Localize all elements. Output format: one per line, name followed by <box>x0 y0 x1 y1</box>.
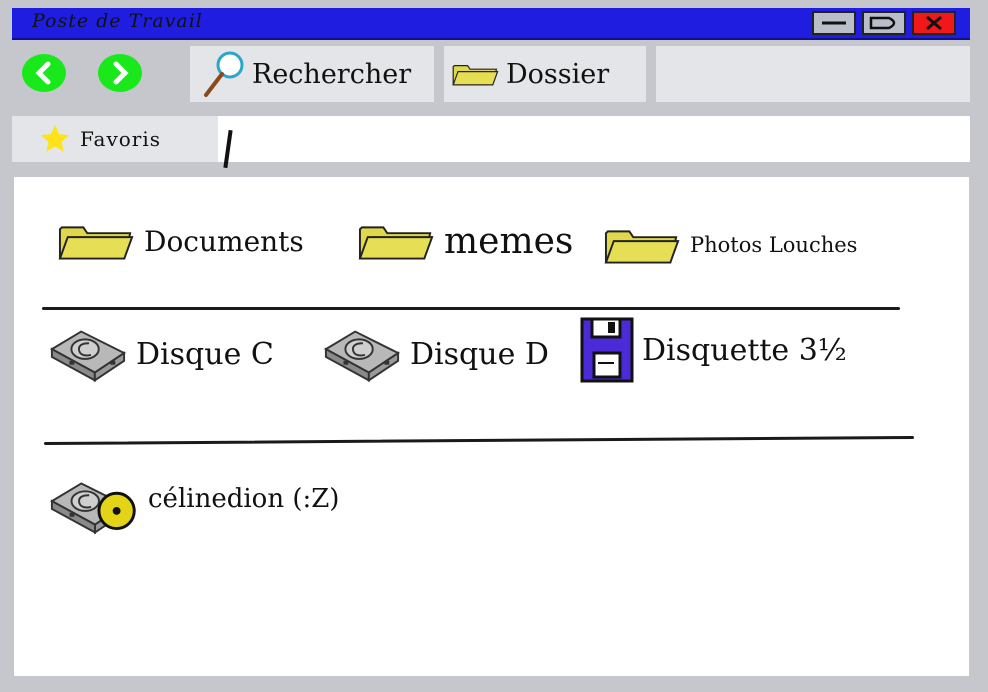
section-divider <box>44 435 914 446</box>
folder-icon <box>604 230 680 264</box>
floppy-disk-icon <box>580 317 634 383</box>
chevron-right-icon <box>113 61 129 85</box>
minimize-button[interactable] <box>812 11 856 35</box>
close-icon <box>926 15 942 31</box>
forward-button[interactable] <box>98 54 142 92</box>
section-divider <box>42 307 900 310</box>
cd-drive-icon <box>50 482 136 534</box>
hard-drive-icon <box>324 330 400 382</box>
drive-c[interactable]: Disque C <box>48 323 274 385</box>
title-bar: Poste de Travail <box>12 8 970 40</box>
folder-icon <box>358 226 434 260</box>
maximize-icon <box>869 16 896 30</box>
favorites-label: Favoris <box>80 127 162 151</box>
back-button[interactable] <box>22 54 66 92</box>
toolbar: Rechercher Dossier <box>12 46 970 102</box>
magnifier-icon <box>204 51 244 97</box>
floppy-drive[interactable]: Disquette 3½ <box>580 317 847 383</box>
star-icon <box>40 124 70 152</box>
folder-label: memes <box>444 220 574 262</box>
folder-label: Dossier <box>506 58 610 90</box>
folders-button[interactable]: Dossier <box>444 46 646 102</box>
favorites-button[interactable]: Favoris <box>12 116 218 162</box>
minimize-icon <box>822 21 846 25</box>
folder-documents[interactable]: Documents <box>58 217 304 265</box>
chevron-left-icon <box>35 61 51 85</box>
folder-label: Documents <box>144 224 304 258</box>
folder-icon <box>58 226 134 260</box>
drive-d[interactable]: Disque D <box>322 323 549 385</box>
favorites-divider <box>223 129 233 169</box>
content-area: Documents memes Photos Louches Disque C … <box>14 177 969 676</box>
maximize-button[interactable] <box>862 11 906 35</box>
window-title: Poste de Travail <box>32 10 203 32</box>
search-label: Rechercher <box>252 58 412 90</box>
search-button[interactable]: Rechercher <box>190 46 434 102</box>
cd-drive[interactable]: célinedion (:Z) <box>48 475 339 537</box>
drive-label: Disque D <box>410 336 549 372</box>
favorites-bar: Favoris <box>12 116 970 169</box>
hard-drive-icon <box>50 330 126 382</box>
drive-label: célinedion (:Z) <box>148 484 340 514</box>
folder-memes[interactable]: memes <box>358 217 573 265</box>
close-button[interactable] <box>912 11 956 35</box>
toolbar-empty-area <box>656 46 970 102</box>
drive-label: Disque C <box>136 336 274 372</box>
folder-label: Photos Louches <box>690 233 858 257</box>
drive-label: Disquette 3½ <box>642 332 847 368</box>
folder-photos-louches[interactable]: Photos Louches <box>604 221 857 269</box>
folder-icon <box>452 64 499 86</box>
